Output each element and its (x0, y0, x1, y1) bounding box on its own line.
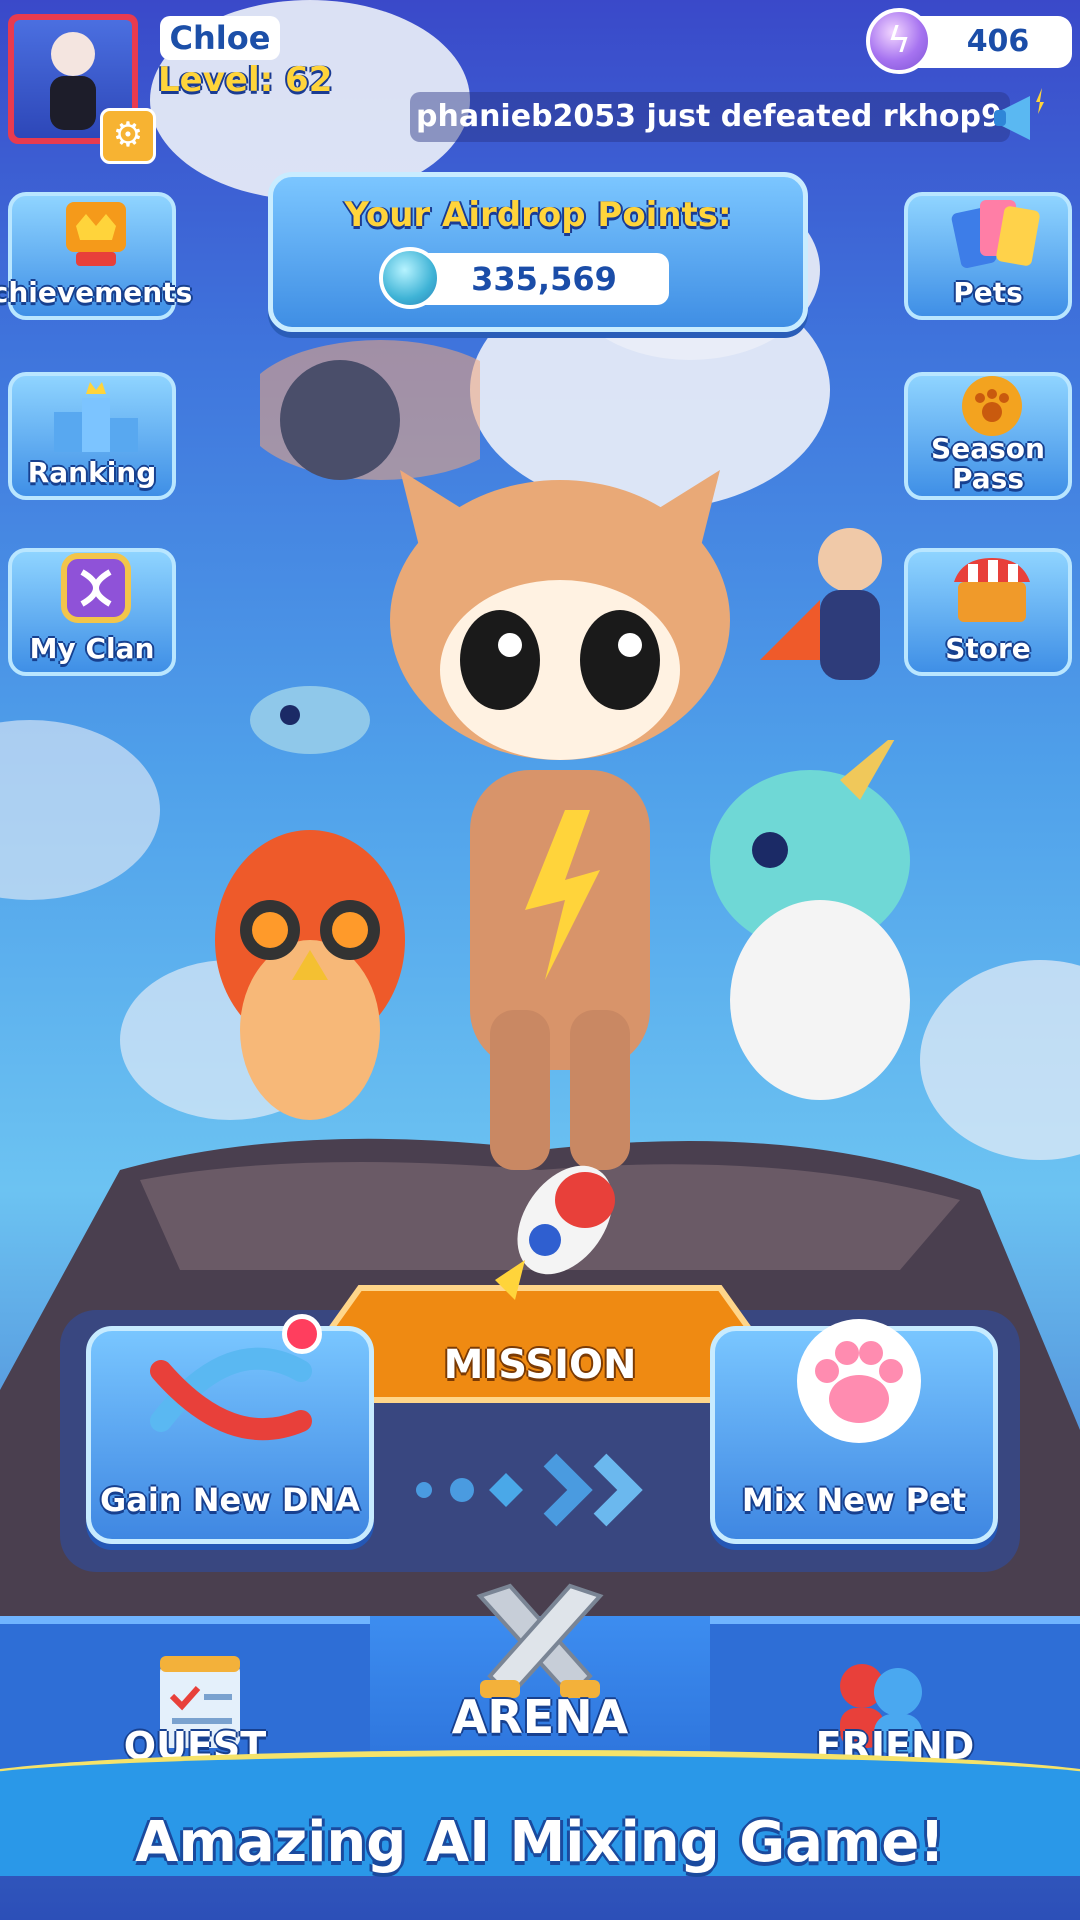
activity-ticker: phanieb2053 just defeated rkhop9x (410, 92, 1010, 142)
settings-gear-icon[interactable]: ⚙ (100, 108, 156, 164)
pets-button[interactable]: Pets (904, 192, 1072, 320)
season-pass-button[interactable]: Season Pass (904, 372, 1072, 500)
promo-tagline: Amazing AI Mixing Game! (135, 1810, 945, 1875)
gain-new-dna-label: Gain New DNA (99, 1481, 361, 1519)
store-icon (954, 558, 1030, 622)
lightning-orb-icon: ϟ (866, 8, 932, 74)
butterfly-cat-character (260, 340, 480, 480)
airdrop-title: Your Airdrop Points: (344, 195, 732, 235)
mix-new-pet-label: Mix New Pet (741, 1481, 967, 1519)
ranking-button[interactable]: Ranking (8, 372, 176, 500)
nav-arena-label: ARENA (451, 1690, 629, 1744)
store-button[interactable]: Store (904, 548, 1072, 676)
notification-dot (282, 1314, 322, 1354)
podium-icon (54, 382, 138, 452)
player-level: Level: 62 (158, 60, 333, 100)
ticker-text: phanieb2053 just defeated rkhop9x (416, 99, 1010, 134)
megaphone-icon[interactable] (990, 82, 1062, 154)
mix-new-pet-button[interactable]: Mix New Pet (710, 1319, 998, 1544)
achievements-label: chievements (0, 276, 193, 309)
my-clan-button[interactable]: My Clan (8, 548, 176, 676)
airdrop-coin-icon (379, 247, 441, 309)
pets-label: Pets (953, 276, 1023, 309)
rocket-icon (495, 1165, 615, 1300)
pet-cards-icon (951, 200, 1040, 269)
ranking-label: Ranking (27, 456, 157, 489)
arrow-progress-indicator (416, 1453, 643, 1527)
dna-shield-icon (61, 553, 131, 623)
player-name: Chloe (160, 16, 280, 60)
unicorn-dino-character (710, 740, 910, 1100)
season-pass-label: Season Pass (931, 432, 1045, 495)
achievements-button[interactable]: chievements (0, 192, 192, 320)
mission-label: MISSION (443, 1342, 637, 1388)
store-label: Store (945, 632, 1031, 665)
superhero-kid-character (760, 528, 882, 680)
robot-bird-character (250, 686, 370, 754)
paw-icon (797, 1319, 921, 1443)
my-clan-label: My Clan (29, 632, 155, 665)
gain-new-dna-button[interactable]: Gain New DNA (86, 1326, 374, 1544)
trophy-icon (66, 202, 126, 266)
phoenix-character (215, 830, 405, 1120)
cloud (0, 720, 160, 900)
airdrop-points-panel[interactable]: Your Airdrop Points: 335,569 (268, 172, 808, 332)
